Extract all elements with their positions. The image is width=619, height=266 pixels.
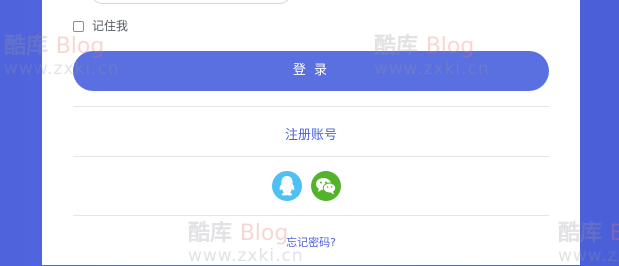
wechat-login-button[interactable] [311, 171, 341, 201]
password-input[interactable] [90, 0, 292, 4]
remember-me-label[interactable]: 记住我 [92, 19, 128, 33]
remember-me-row[interactable]: 记住我 [73, 19, 128, 33]
divider [73, 106, 549, 107]
divider [73, 215, 549, 216]
remember-me-checkbox[interactable] [73, 20, 84, 32]
register-link[interactable]: 注册账号 [73, 124, 549, 143]
qq-penguin-icon [279, 176, 295, 196]
login-card: 记住我 登 录 注册账号 忘记密码? [42, 0, 580, 265]
watermark-brand: Blog [609, 221, 619, 246]
divider [73, 156, 549, 157]
wechat-icon [316, 178, 337, 195]
qq-login-button[interactable] [272, 171, 302, 201]
login-button[interactable]: 登 录 [73, 51, 549, 91]
forgot-password-link[interactable]: 忘记密码? [73, 234, 549, 250]
social-login-row [272, 171, 341, 201]
